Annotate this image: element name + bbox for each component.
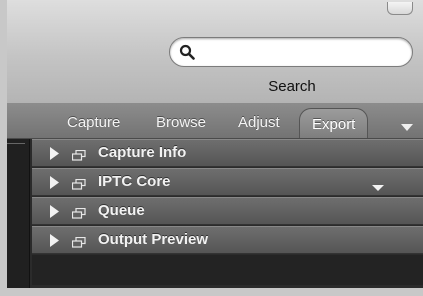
panel-title: Capture Info	[98, 144, 187, 161]
window-icon	[71, 206, 86, 224]
panel-header-output-preview[interactable]: Output Preview	[32, 226, 423, 254]
window-icon	[71, 148, 86, 166]
magnifier-icon	[179, 44, 195, 60]
window-left-margin	[0, 0, 7, 296]
divider	[7, 143, 25, 144]
panel-header-iptc-core[interactable]: IPTC Core	[32, 168, 423, 196]
window-icon	[71, 177, 86, 195]
tab-browse[interactable]: Browse	[156, 114, 206, 131]
chevron-down-icon[interactable]	[401, 119, 413, 137]
disclosure-triangle-icon[interactable]	[50, 234, 59, 252]
tab-capture[interactable]: Capture	[67, 114, 120, 131]
search-label: Search	[268, 78, 316, 95]
panel-content-area	[32, 255, 423, 285]
module-tab-bar: Capture Browse Adjust Export	[7, 104, 423, 139]
disclosure-triangle-icon[interactable]	[50, 205, 59, 223]
search-input[interactable]	[202, 42, 400, 62]
side-strip	[7, 139, 30, 288]
panel-stack: Capture Info IPTC Core Queue Output Prev…	[32, 139, 423, 285]
panel-title: Output Preview	[98, 231, 209, 248]
panel-header-queue[interactable]: Queue	[32, 197, 423, 225]
disclosure-triangle-icon[interactable]	[50, 176, 59, 194]
app-window: Search Capture Browse Adjust Export Capt…	[7, 0, 423, 288]
tab-export[interactable]: Export	[299, 108, 369, 138]
toolbar-toggle-button[interactable]	[387, 2, 413, 15]
panel-header-capture-info[interactable]: Capture Info	[32, 139, 423, 167]
disclosure-triangle-icon[interactable]	[50, 147, 59, 165]
window-icon	[71, 235, 86, 253]
toolbar: Search	[7, 0, 423, 104]
window-bottom-margin	[0, 288, 423, 296]
tab-adjust[interactable]: Adjust	[238, 114, 280, 131]
search-field[interactable]	[169, 37, 413, 67]
panel-title: IPTC Core	[98, 173, 171, 190]
chevron-down-icon[interactable]	[372, 179, 384, 197]
panel-title: Queue	[98, 202, 145, 219]
